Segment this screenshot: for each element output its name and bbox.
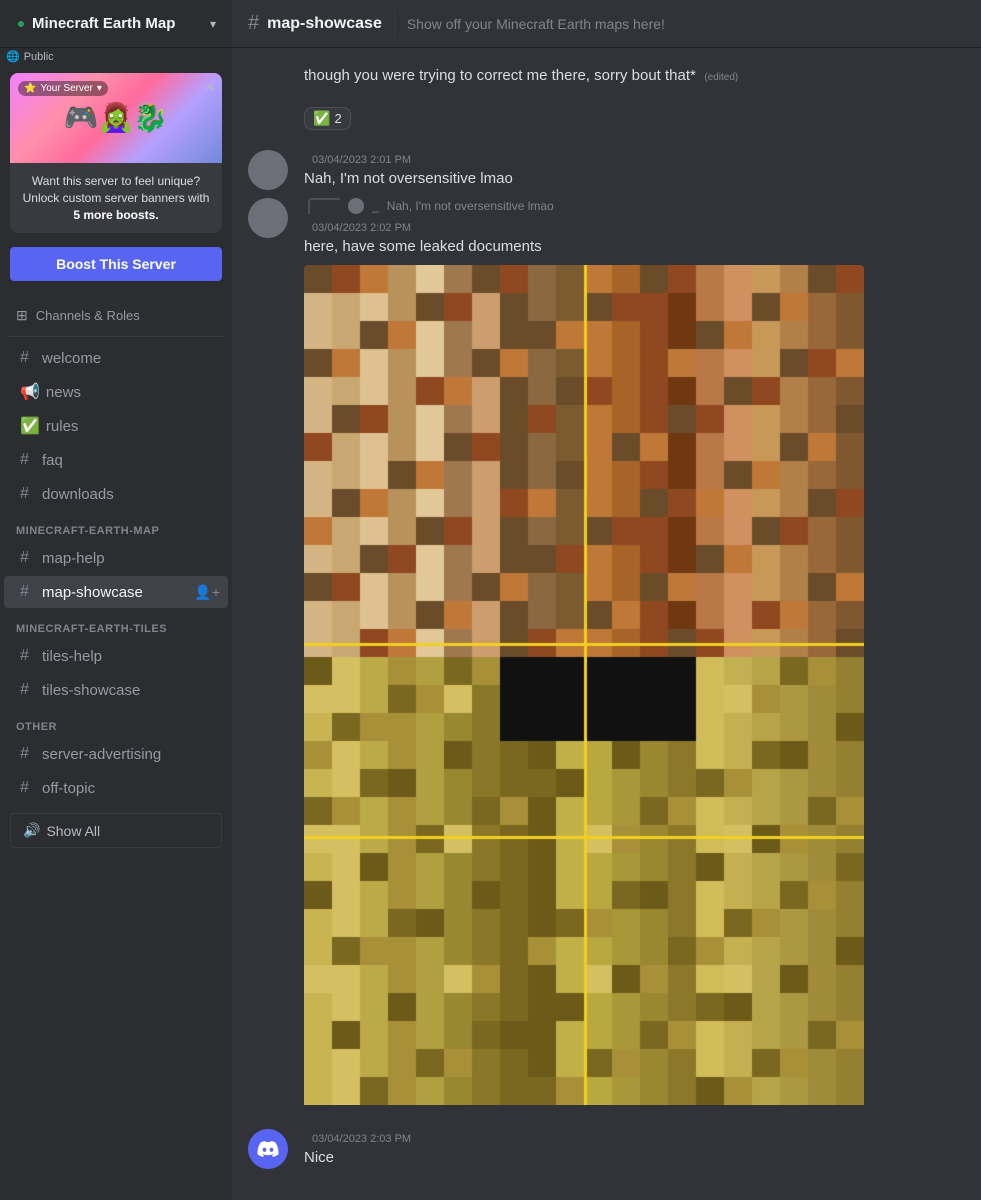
sidebar-item-server-advertising[interactable]: # server-advertising (4, 738, 228, 770)
channel-header: # map-showcase Show off your Minecraft E… (232, 0, 981, 48)
messages-area: though you were trying to correct me the… (232, 48, 981, 1200)
channels-roles-label: Channels & Roles (36, 308, 140, 323)
sidebar-item-tiles-help[interactable]: # tiles-help (4, 640, 228, 672)
server-title-group: Minecraft Earth Map (16, 15, 175, 32)
avatar (248, 1129, 288, 1169)
server-header[interactable]: Minecraft Earth Map ▾ (0, 0, 232, 48)
promo-artwork: 🎮🧟‍♀️🐉 (64, 104, 169, 132)
category-minecraft-earth-tiles[interactable]: MINECRAFT-EARTH-TILES (0, 609, 232, 639)
hash-icon-header: # (248, 12, 259, 35)
image-canvas (304, 265, 864, 1105)
sidebar-item-rules[interactable]: ✅ rules (4, 410, 228, 442)
channel-name-tiles-help: tiles-help (42, 648, 102, 665)
channels-roles-header[interactable]: ⊞ Channels & Roles (0, 291, 232, 332)
channel-name-map-help: map-help (42, 550, 105, 567)
message-content-3: _ Nah, I'm not oversensitive lmao ​ 03/0… (304, 198, 965, 1116)
hash-icon-tiles-showcase: # (20, 681, 36, 699)
star-icon: ⭐ (24, 83, 36, 94)
add-member-icon[interactable]: 👤+ (194, 584, 220, 601)
message-image[interactable] (304, 265, 864, 1110)
table-row: ​ 03/04/2023 2:01 PM Nah, I'm not overse… (232, 148, 981, 192)
channel-header-name: map-showcase (267, 15, 382, 33)
channel-name-news: news (46, 384, 81, 401)
message-meta-4: ​ 03/04/2023 2:03 PM (304, 1129, 965, 1146)
sidebar-item-map-showcase[interactable]: # map-showcase 👤+ (4, 576, 228, 608)
reply-quote: _ Nah, I'm not oversensitive lmao (304, 198, 965, 214)
message-timestamp-3: 03/04/2023 2:02 PM (312, 222, 411, 234)
hash-icon-faq: # (20, 451, 36, 469)
megaphone-icon: 📢 (20, 382, 40, 402)
hash-icon-server-advertising: # (20, 745, 36, 763)
message-reaction-1[interactable]: ✅ 2 (304, 103, 965, 130)
public-badge: 🌐 Public (0, 48, 232, 65)
boost-button[interactable]: Boost This Server (10, 247, 222, 281)
hash-icon-downloads: # (20, 485, 36, 503)
sidebar-item-off-topic[interactable]: # off-topic (4, 772, 228, 804)
message-meta-3: ​ 03/04/2023 2:02 PM (304, 218, 965, 235)
sidebar: Minecraft Earth Map ▾ 🌐 Public ✕ ⭐ Your … (0, 0, 232, 1200)
sidebar-item-tiles-showcase[interactable]: # tiles-showcase (4, 674, 228, 706)
hash-icon-off-topic: # (20, 779, 36, 797)
server-status-icon (16, 19, 26, 29)
checkmark-emoji: ✅ (313, 110, 330, 127)
channel-name-faq: faq (42, 452, 63, 469)
message-timestamp-4: 03/04/2023 2:03 PM (312, 1133, 411, 1145)
channel-name-map-showcase: map-showcase (42, 584, 143, 601)
header-divider (394, 12, 395, 36)
globe-icon: 🌐 (6, 50, 20, 63)
server-name: Minecraft Earth Map (32, 15, 175, 32)
hash-icon-map-help: # (20, 549, 36, 567)
channel-name-tiles-showcase: tiles-showcase (42, 682, 140, 699)
avatar (248, 198, 288, 238)
channel-name-welcome: welcome (42, 350, 101, 367)
sidebar-item-welcome[interactable]: # welcome (4, 342, 228, 374)
quote-text: Nah, I'm not oversensitive lmao (387, 199, 554, 213)
channel-divider (8, 336, 224, 337)
sidebar-item-faq[interactable]: # faq (4, 444, 228, 476)
close-icon[interactable]: ✕ (204, 79, 216, 96)
message-text-3: here, have some leaked documents (304, 237, 965, 258)
server-promo-card: ✕ ⭐ Your Server ▾ 🎮🧟‍♀️🐉 Want this serve… (10, 73, 222, 233)
message-timestamp-2: 03/04/2023 2:01 PM (312, 154, 411, 166)
message-meta-2: ​ 03/04/2023 2:01 PM (304, 150, 965, 167)
table-row: _ Nah, I'm not oversensitive lmao ​ 03/0… (232, 196, 981, 1118)
channel-name-server-advertising: server-advertising (42, 746, 161, 763)
chevron-icon: ▾ (97, 83, 102, 94)
message-content-2: ​ 03/04/2023 2:01 PM Nah, I'm not overse… (304, 150, 965, 190)
chevron-down-icon: ▾ (210, 17, 216, 31)
channel-name-downloads: downloads (42, 486, 114, 503)
message-text-4: Nice (304, 1148, 965, 1169)
sidebar-item-news[interactable]: 📢 news (4, 376, 228, 408)
promo-banner: ⭐ Your Server ▾ 🎮🧟‍♀️🐉 (10, 73, 222, 163)
grid-icon: ⊞ (16, 307, 28, 324)
reaction-count: 2 (334, 111, 341, 126)
message-content-4: ​ 03/04/2023 2:03 PM Nice (304, 1129, 965, 1169)
channel-header-topic: Show off your Minecraft Earth maps here! (407, 16, 665, 32)
message-text-2: Nah, I'm not oversensitive lmao (304, 169, 965, 190)
promo-banner-label: ⭐ Your Server ▾ (18, 81, 108, 96)
category-minecraft-earth-map[interactable]: MINECRAFT-EARTH-MAP (0, 511, 232, 541)
sidebar-item-map-help[interactable]: # map-help (4, 542, 228, 574)
channel-name-rules: rules (46, 418, 79, 435)
hash-icon: # (20, 349, 36, 367)
main-content: # map-showcase Show off your Minecraft E… (232, 0, 981, 1200)
public-label: Public (24, 51, 54, 63)
quote-author: _ (372, 199, 379, 213)
message-text-1: though you were trying to correct me the… (304, 66, 965, 87)
speaker-icon: 🔊 (23, 822, 40, 839)
channel-name-off-topic: off-topic (42, 780, 95, 797)
sidebar-item-downloads[interactable]: # downloads (4, 478, 228, 510)
hash-icon-tiles-help: # (20, 647, 36, 665)
show-all-button[interactable]: 🔊 Show All (10, 813, 222, 848)
promo-description: Want this server to feel unique? Unlock … (10, 163, 222, 233)
category-other[interactable]: OTHER (0, 707, 232, 737)
check-icon: ✅ (20, 416, 40, 436)
table-row: ​ 03/04/2023 2:03 PM Nice (232, 1121, 981, 1171)
hash-icon-map-showcase: # (20, 583, 36, 601)
avatar (248, 150, 288, 190)
show-all-label: Show All (46, 823, 100, 839)
table-row: though you were trying to correct me the… (232, 64, 981, 132)
